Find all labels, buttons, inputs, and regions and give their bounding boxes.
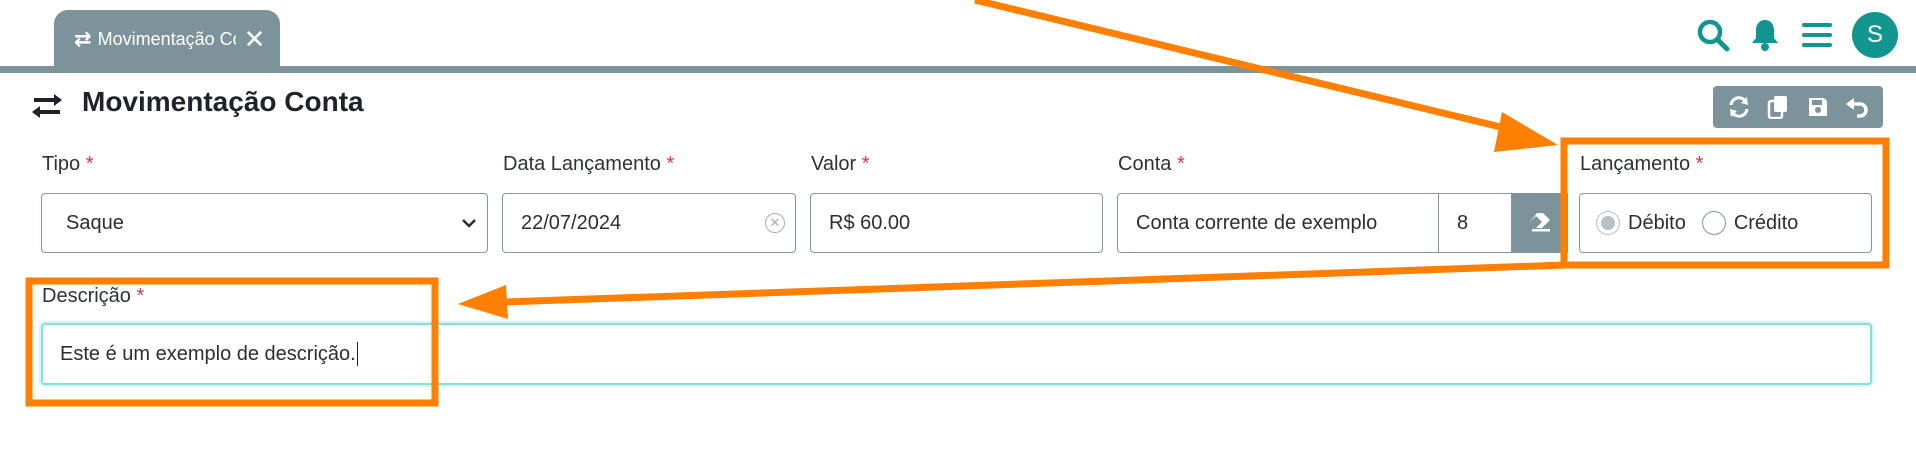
- valor-value: R$ 60.00: [829, 211, 911, 234]
- lancamento-radio-group: Débito Crédito: [1579, 193, 1872, 253]
- lancamento-label: Lançamento *: [1580, 153, 1704, 175]
- tipo-label: Tipo *: [42, 153, 94, 175]
- chevron-down-icon: [461, 212, 477, 235]
- avatar[interactable]: S: [1852, 12, 1898, 58]
- descricao-label: Descrição *: [42, 285, 145, 307]
- tab-movimentacao-conta[interactable]: ⇄ Movimentação Conta ✕: [54, 10, 280, 68]
- menu-icon[interactable]: [1798, 16, 1836, 54]
- annotation-arrowhead-lancamento: [1494, 112, 1558, 152]
- radio-credito-label: Crédito: [1733, 211, 1799, 234]
- tipo-value: Saque: [66, 211, 124, 234]
- eraser-icon: [1528, 210, 1552, 237]
- bell-icon[interactable]: [1746, 16, 1784, 54]
- save-icon[interactable]: [1801, 90, 1835, 124]
- top-icons: S: [1680, 12, 1898, 58]
- tipo-select[interactable]: Saque: [41, 193, 488, 253]
- tab-bar-divider: [0, 66, 1916, 73]
- conta-code-value: 8: [1457, 211, 1469, 234]
- descricao-input[interactable]: Este é um exemplo de descrição.: [41, 323, 1872, 385]
- refresh-icon[interactable]: [1722, 90, 1756, 124]
- descricao-value: Este é um exemplo de descrição.: [60, 342, 356, 365]
- undo-icon[interactable]: [1840, 90, 1874, 124]
- data-lancamento-input[interactable]: 22/07/2024 ✕: [502, 193, 796, 253]
- conta-code-input[interactable]: 8: [1438, 193, 1512, 253]
- page-title: Movimentação Conta: [82, 86, 364, 117]
- clear-date-icon[interactable]: ✕: [765, 213, 785, 233]
- top-bar: ⇄ Movimentação Conta ✕ S: [0, 0, 1916, 68]
- radio-debito-label: Débito: [1628, 211, 1686, 234]
- close-icon[interactable]: ✕: [244, 26, 266, 52]
- data-lancamento-label: Data Lançamento *: [503, 153, 675, 175]
- valor-label: Valor *: [811, 153, 870, 175]
- radio-credito[interactable]: [1701, 211, 1726, 235]
- action-toolbar: [1713, 86, 1883, 128]
- conta-value: Conta corrente de exemplo: [1136, 211, 1378, 234]
- conta-input[interactable]: Conta corrente de exemplo: [1117, 193, 1439, 253]
- valor-input[interactable]: R$ 60.00: [810, 193, 1103, 253]
- annotation-arrowhead-descricao: [458, 285, 508, 319]
- search-icon[interactable]: [1694, 16, 1732, 54]
- copy-icon[interactable]: [1761, 90, 1795, 124]
- radio-debito[interactable]: [1596, 211, 1620, 235]
- eraser-button[interactable]: [1512, 193, 1568, 253]
- annotation-arrow-to-descricao: [504, 261, 1567, 306]
- conta-label: Conta *: [1118, 153, 1185, 175]
- text-caret: [356, 342, 358, 366]
- transfer-arrows-icon: [30, 92, 64, 120]
- tab-label: Movimentação Conta: [97, 28, 236, 49]
- transfer-arrows-icon: ⇄: [74, 27, 92, 51]
- data-lancamento-value: 22/07/2024: [521, 211, 622, 234]
